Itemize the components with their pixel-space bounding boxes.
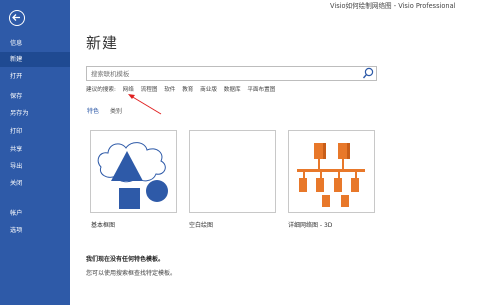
window-title: Visio如何绘制网络图 - Visio Professional <box>330 2 456 10</box>
nav-close[interactable]: 关闭 <box>0 176 70 191</box>
template-basic-diagram[interactable] <box>90 130 177 213</box>
suggested-link-education[interactable]: 教育 <box>182 87 193 93</box>
template-label-network: 详细网络图 - 3D <box>288 222 333 229</box>
suggested-link-software[interactable]: 软件 <box>164 87 175 93</box>
page-title: 新建 <box>86 34 119 52</box>
search-icon[interactable] <box>362 67 374 80</box>
back-arrow-icon <box>12 14 20 21</box>
nav-share[interactable]: 共享 <box>0 142 70 157</box>
suggested-link-network[interactable]: 网络 <box>123 87 134 93</box>
nav-account[interactable]: 帐户 <box>0 206 70 221</box>
template-label-blank: 空白绘图 <box>189 222 214 229</box>
network-3d-thumbnail <box>297 143 365 207</box>
nav-export[interactable]: 导出 <box>0 159 70 174</box>
nav-save[interactable]: 保存 <box>0 89 70 104</box>
suggested-link-floorplan[interactable]: 平面布置图 <box>247 87 275 93</box>
nav-options[interactable]: 选项 <box>0 223 70 238</box>
back-button[interactable] <box>9 10 25 26</box>
nav-save-as[interactable]: 另存为 <box>0 106 70 121</box>
nav-new[interactable]: 新建 <box>0 52 70 67</box>
suggested-searches-label: 建议的搜索: <box>86 87 116 93</box>
search-input[interactable] <box>89 67 363 80</box>
suggested-searches: 建议的搜索: 网络 流程图 软件 教育 商业版 数据库 平面布置图 <box>86 85 280 95</box>
template-blank-drawing[interactable] <box>189 130 276 213</box>
basic-diagram-thumbnail <box>97 142 168 209</box>
template-detailed-network-3d[interactable] <box>288 130 375 213</box>
nav-info[interactable]: 信息 <box>0 36 70 51</box>
search-box <box>86 66 377 81</box>
nav-open[interactable]: 打开 <box>0 69 70 84</box>
suggested-link-flowchart[interactable]: 流程图 <box>141 87 158 93</box>
tab-featured[interactable]: 特色 <box>87 106 99 115</box>
nav-print[interactable]: 打印 <box>0 124 70 139</box>
search-hint-message: 您可以使用搜索框查找特定模板。 <box>86 270 177 277</box>
backstage-sidebar: 信息 新建 打开 保存 另存为 打印 共享 导出 关闭 帐户 选项 <box>0 0 70 305</box>
suggested-link-database[interactable]: 数据库 <box>224 87 241 93</box>
tab-category[interactable]: 类别 <box>110 106 122 115</box>
suggested-link-business[interactable]: 商业版 <box>200 87 217 93</box>
no-featured-message: 我们现在没有任何特色模板。 <box>86 256 165 263</box>
template-label-basic: 基本框图 <box>91 222 116 229</box>
